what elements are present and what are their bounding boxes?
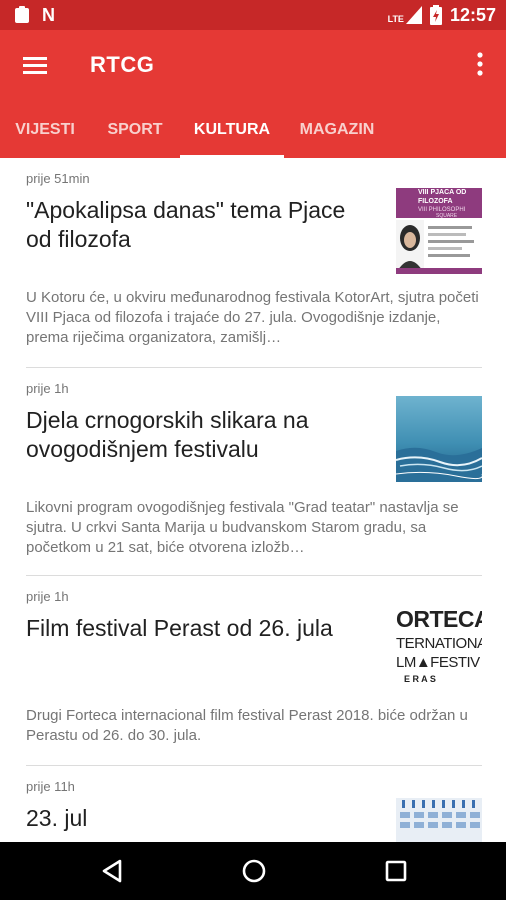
recents-icon[interactable] [381, 856, 411, 886]
calendar-image [396, 798, 482, 842]
status-time: 12:57 [449, 5, 496, 25]
tab-kultura[interactable]: KULTURA [180, 116, 284, 158]
article-time: prije 51min [26, 171, 90, 186]
article-title[interactable]: "Apokalipsa danas" tema Pjace od filozof… [26, 196, 376, 254]
article-summary: U Kotoru će, u okviru međunarodnog festi… [26, 289, 479, 346]
status-bar: N LTE 12:57 [0, 0, 506, 30]
article-title[interactable]: Djela crnogorskih slikara na ovogodišnje… [26, 406, 376, 464]
article-thumbnail[interactable] [396, 396, 482, 482]
poster-text-lines [428, 226, 478, 261]
article-summary: Drugi Forteca internacional film festiva… [26, 707, 468, 744]
status-right-icons: LTE 12:57 [388, 4, 496, 26]
app-bar: RTCG VIJESTI SPORT KULTURA MAGAZIN [0, 30, 506, 158]
article-title[interactable]: 23. jul [26, 804, 376, 833]
painting-image [396, 396, 482, 482]
hamburger-menu-icon[interactable] [22, 52, 48, 78]
tab-sport[interactable]: SPORT [90, 116, 180, 158]
logo-line-1: ORTECA [396, 606, 482, 632]
logo-line-4: E R A S [404, 674, 436, 684]
article-time: prije 1h [26, 589, 69, 604]
system-nav-bar [0, 842, 506, 900]
poster-line-1: VIII PJACA OD [418, 189, 467, 196]
article-summary: Likovni program ovogodišnjeg festivala "… [26, 499, 459, 556]
poster-portrait [396, 220, 424, 270]
clipboard-icon [15, 6, 29, 23]
more-vert-icon[interactable] [470, 50, 490, 78]
article-item[interactable]: prije 51min "Apokalipsa danas" tema Pjac… [0, 158, 506, 368]
tab-vijesti[interactable]: VIJESTI [0, 116, 90, 158]
article-item[interactable]: prije 1h Djela crnogorskih slikara na ov… [0, 368, 506, 576]
tab-magazin[interactable]: MAGAZIN [284, 116, 390, 158]
poster-bottom-band [396, 268, 482, 274]
logo-line-3: LM▲FESTIV [396, 654, 480, 671]
article-thumbnail[interactable]: ORTECA TERNATIONA LM▲FESTIV E R A S [396, 604, 482, 690]
app-title: RTCG [90, 52, 155, 77]
poster-line-2: FILOZOFA [418, 198, 453, 205]
back-icon[interactable] [98, 856, 128, 886]
status-left-icons: N [14, 6, 55, 24]
article-thumbnail[interactable] [396, 794, 482, 842]
poster-side-text: ART [396, 211, 411, 218]
notification-n-icon: N [42, 5, 55, 25]
article-title[interactable]: Film festival Perast od 26. jula [26, 614, 376, 643]
article-item[interactable]: prije 11h 23. jul [0, 766, 506, 842]
news-feed[interactable]: prije 51min "Apokalipsa danas" tema Pjac… [0, 158, 506, 842]
article-thumbnail[interactable]: ART VIII PJACA OD FILOZOFA VIII PHILOSOP… [396, 188, 482, 274]
poster-line-4: SQUARE [436, 213, 458, 219]
battery-charging-icon [429, 5, 442, 25]
article-time: prije 1h [26, 381, 69, 396]
logo-line-2: TERNATIONA [396, 635, 482, 652]
lte-signal-icon: LTE [388, 6, 422, 24]
tab-bar: VIJESTI SPORT KULTURA MAGAZIN [0, 116, 506, 158]
network-label: LTE [387, 14, 404, 24]
article-time: prije 11h [26, 779, 75, 794]
article-item[interactable]: prije 1h Film festival Perast od 26. jul… [0, 576, 506, 766]
home-icon[interactable] [239, 856, 269, 886]
